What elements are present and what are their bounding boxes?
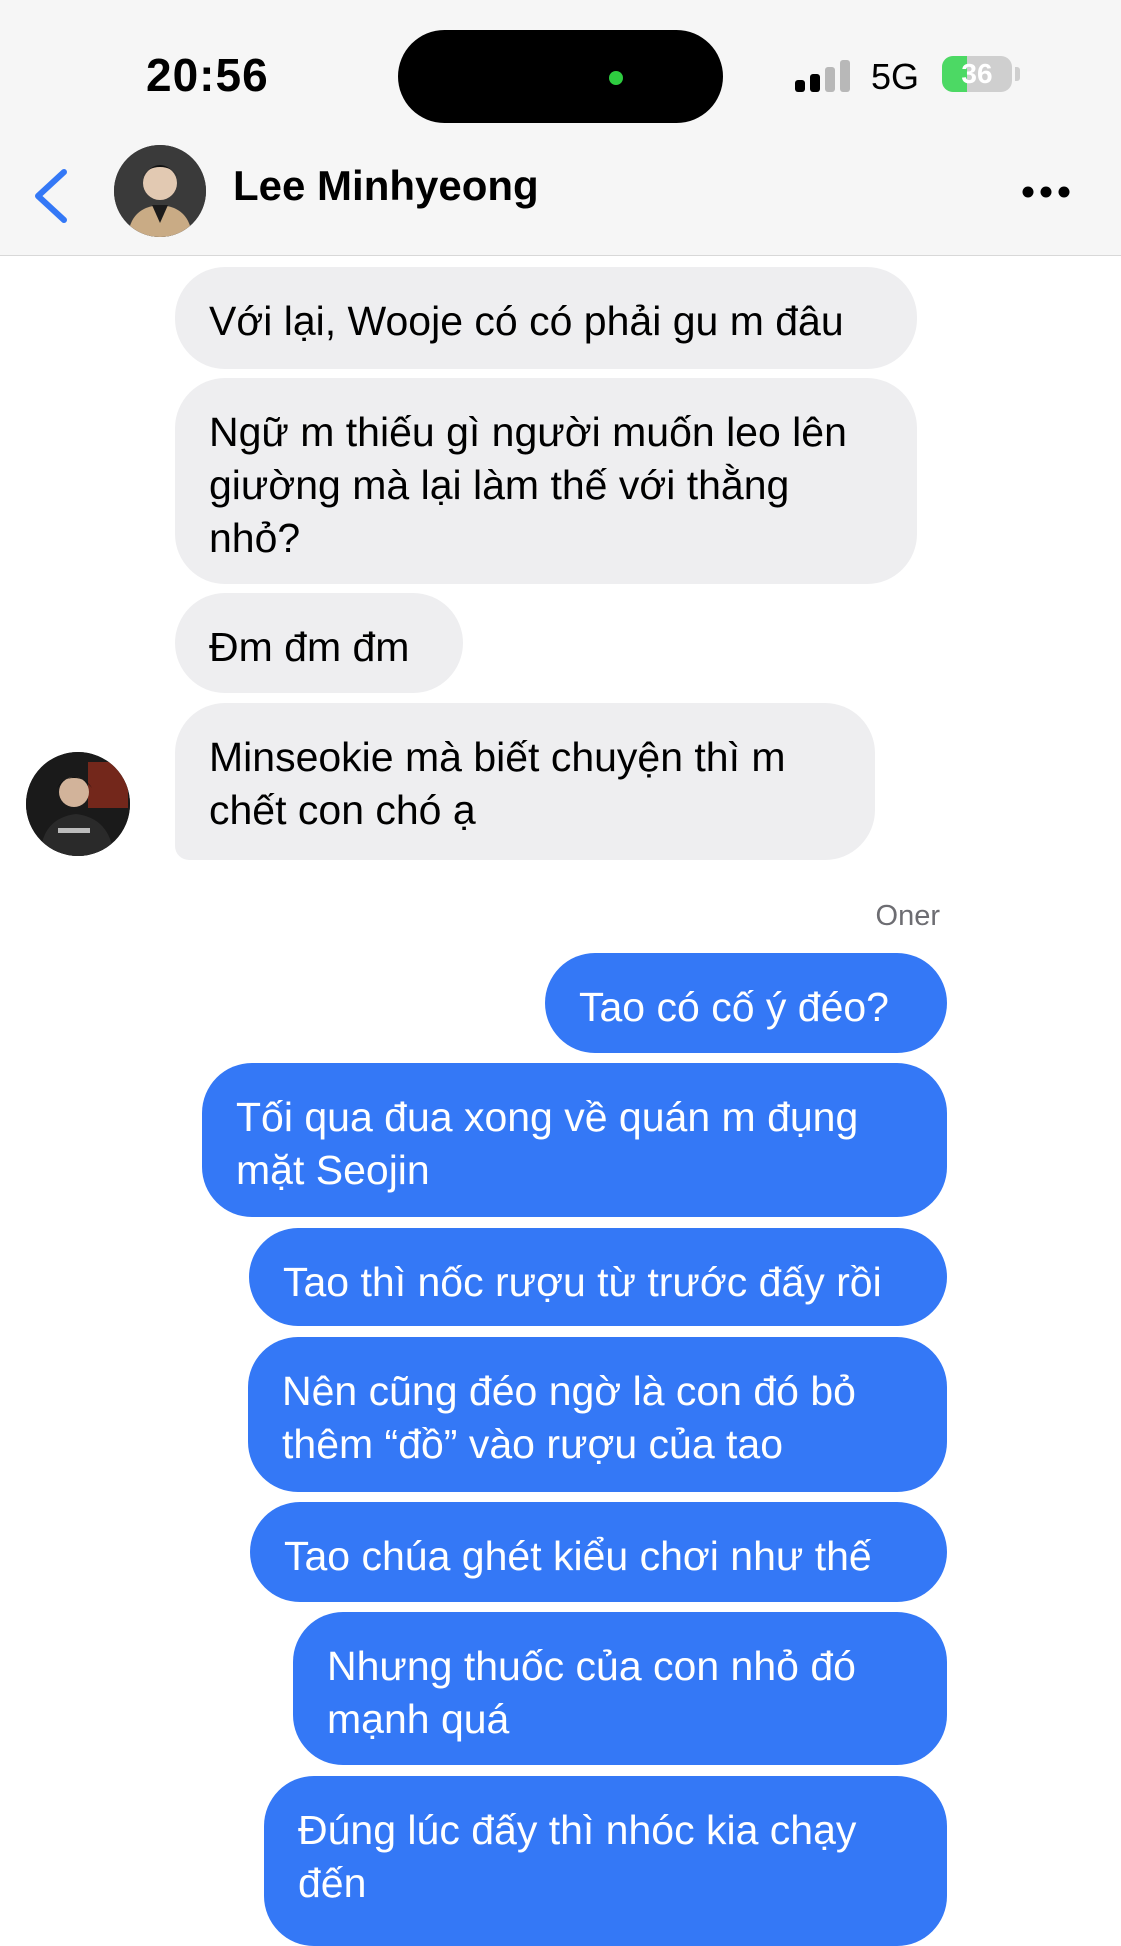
camera-indicator-dot <box>609 71 623 85</box>
outgoing-message[interactable]: Nên cũng đéo ngờ là con đó bỏ thêm “đồ” … <box>248 1337 947 1492</box>
sender-avatar[interactable] <box>26 752 130 856</box>
chevron-left-icon[interactable] <box>28 166 76 226</box>
battery-percent: 36 <box>961 58 993 89</box>
contact-name[interactable]: Lee Minhyeong <box>233 162 539 210</box>
outgoing-message[interactable]: Tao có cố ý đéo? <box>545 953 947 1053</box>
incoming-message[interactable]: Với lại, Wooje có có phải gu m đâu <box>175 267 917 369</box>
incoming-message[interactable]: Đm đm đm <box>175 593 463 693</box>
chat-header: Lee Minhyeong <box>0 130 1121 256</box>
incoming-message[interactable]: Minseokie mà biết chuyện thì m chết con … <box>175 703 875 860</box>
outgoing-message[interactable]: Tao thì nốc rượu từ trước đấy rồi <box>249 1228 947 1326</box>
incoming-message[interactable]: Ngữ m thiếu gì người muốn leo lên giường… <box>175 378 917 584</box>
sender-name-label: Oner <box>875 900 940 932</box>
outgoing-message[interactable]: Đúng lúc đấy thì nhóc kia chạy đến <box>264 1776 947 1946</box>
status-time: 20:56 <box>146 49 269 101</box>
outgoing-message[interactable]: Nhưng thuốc của con nhỏ đó mạnh quá <box>293 1612 947 1765</box>
battery-icon: 36 <box>942 56 1012 92</box>
status-bar: 20:56 5G 36 <box>0 0 1121 130</box>
dynamic-island <box>398 30 723 123</box>
network-type: 5G <box>871 56 920 97</box>
signal-strength-icon <box>795 60 855 92</box>
outgoing-message[interactable]: Tao chúa ghét kiểu chơi như thế <box>250 1502 947 1602</box>
ellipsis-icon[interactable] <box>1020 182 1072 202</box>
outgoing-message[interactable]: Tối qua đua xong về quán m đụng mặt Seoj… <box>202 1063 947 1217</box>
contact-avatar[interactable] <box>114 145 206 237</box>
battery-nub <box>1015 67 1020 81</box>
